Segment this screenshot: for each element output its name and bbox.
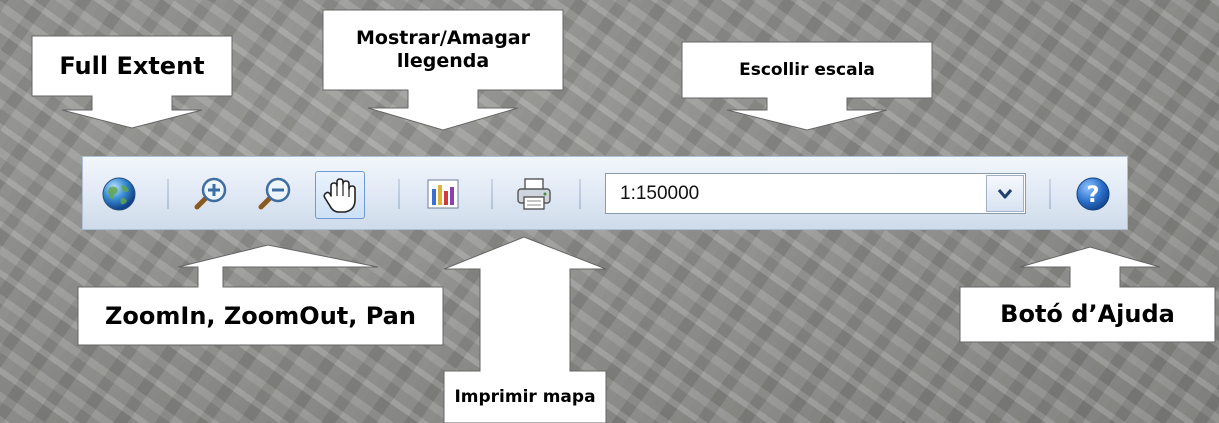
print-button[interactable]	[513, 173, 555, 215]
callout-zoom-pan: ZoomIn, ZoomOut, Pan	[77, 244, 444, 346]
legend-toggle-label: Mostrar/Amagar llegenda	[356, 27, 530, 72]
zoom-pan-label: ZoomIn, ZoomOut, Pan	[105, 301, 416, 330]
scale-dropdown-button[interactable]	[986, 175, 1024, 212]
zoom-out-icon	[258, 177, 291, 210]
globe-icon	[102, 177, 136, 211]
map-toolbar: 1:150000 ?	[82, 156, 1128, 230]
callout-legend-toggle: Mostrar/Amagar llegenda	[322, 9, 564, 135]
full-extent-label: Full Extent	[59, 51, 205, 80]
print-map-label: Imprimir mapa	[454, 386, 596, 407]
zoom-out-button[interactable]	[253, 173, 295, 215]
toolbar-separator	[398, 179, 400, 209]
callout-help-button: Botó d’Ajuda	[959, 246, 1216, 343]
callout-full-extent: Full Extent	[31, 35, 233, 136]
zoom-in-icon	[194, 177, 227, 210]
toolbar-separator	[167, 179, 169, 209]
callout-scale-select: Escollir escala	[681, 41, 933, 134]
toolbar-separator	[579, 179, 581, 209]
zoom-in-button[interactable]	[189, 173, 231, 215]
help-icon: ?	[1076, 177, 1110, 211]
help-button[interactable]: ?	[1071, 173, 1115, 215]
toolbar-separator	[1049, 179, 1051, 209]
legend-chart-icon	[427, 179, 459, 209]
chevron-down-icon	[997, 188, 1013, 198]
scale-select-label: Escollir escala	[739, 59, 875, 80]
toolbar-separator	[491, 179, 493, 209]
printer-icon	[517, 178, 551, 210]
callout-print-map: Imprimir mapa	[443, 236, 607, 423]
legend-toggle-button[interactable]	[423, 175, 463, 213]
help-button-label: Botó d’Ajuda	[1000, 300, 1175, 329]
scale-value: 1:150000	[620, 183, 700, 204]
full-extent-button[interactable]	[97, 173, 141, 215]
pan-button[interactable]	[315, 171, 365, 219]
pan-hand-icon	[323, 178, 356, 213]
svg-text:?: ?	[1087, 183, 1100, 208]
scale-select[interactable]: 1:150000	[605, 173, 1026, 214]
